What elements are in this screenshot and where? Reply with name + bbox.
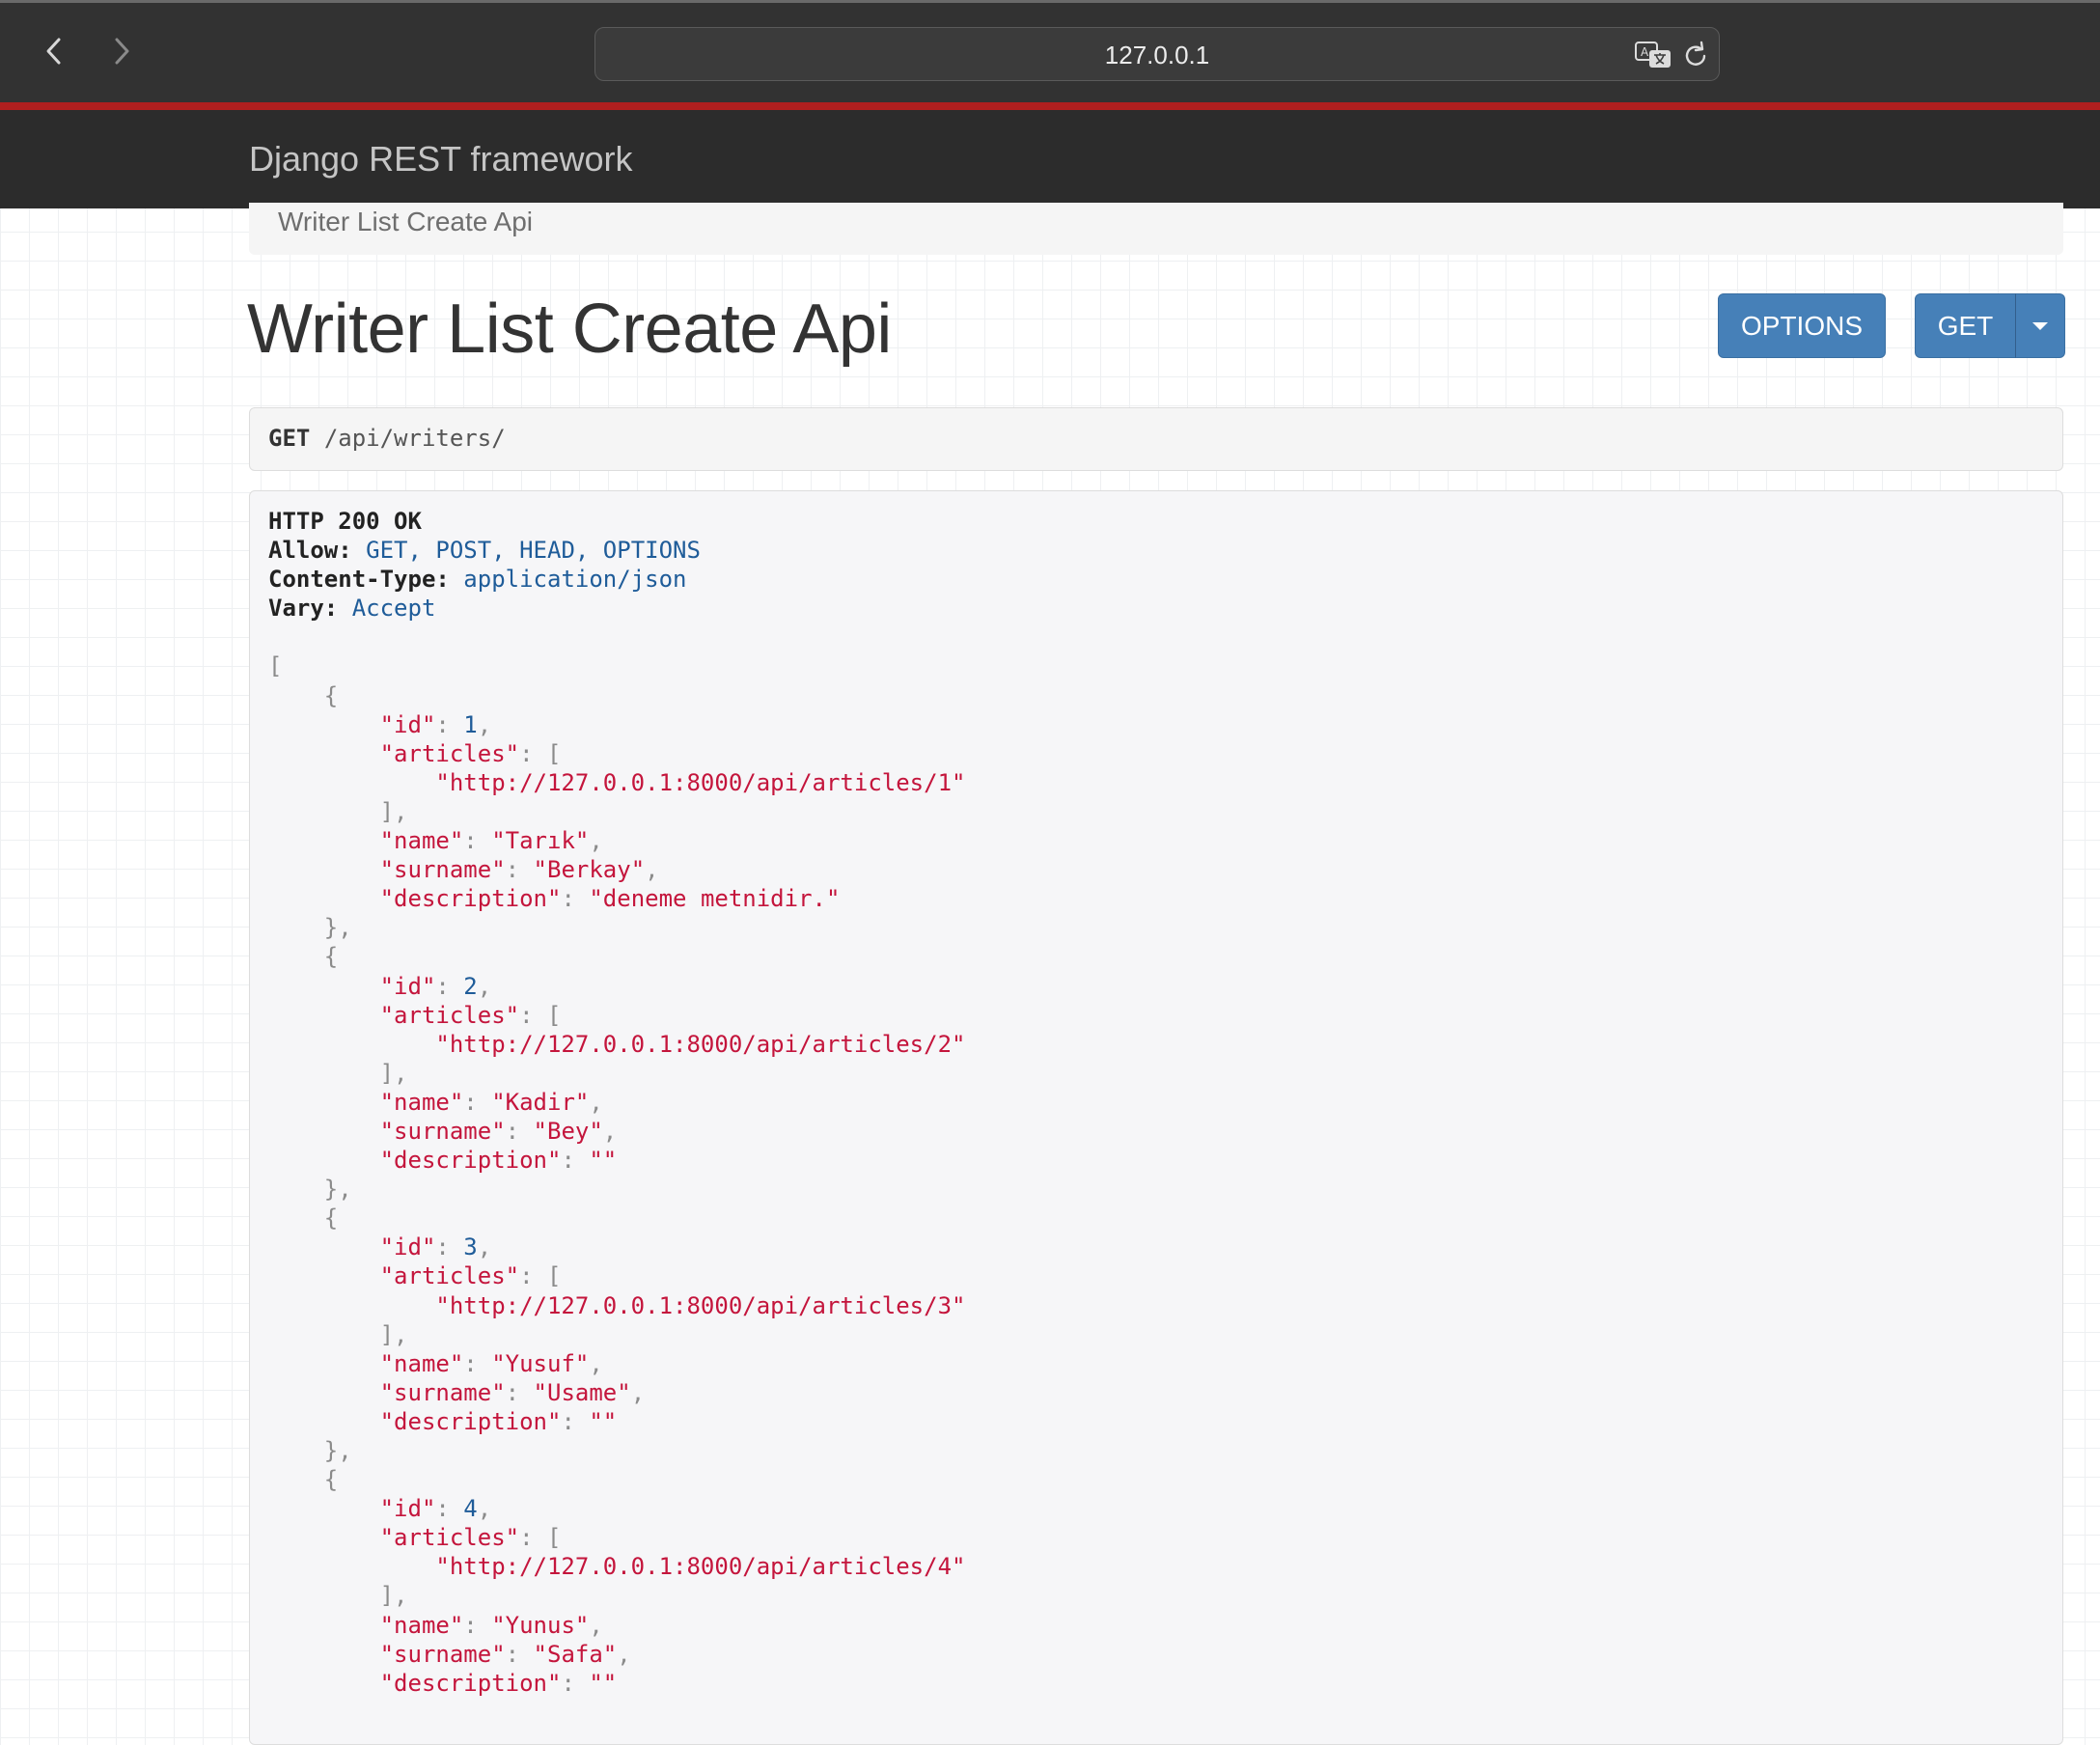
drf-navbar: Django REST framework <box>0 110 2100 208</box>
header-key: Vary: <box>268 595 339 623</box>
json-article-link[interactable]: "http://127.0.0.1:8000/api/articles/1" <box>435 769 965 796</box>
json-id: 4 <box>463 1495 478 1523</box>
json-id: 1 <box>463 710 478 738</box>
request-info: GET /api/writers/ <box>249 407 2063 471</box>
header-key: Allow: <box>268 537 352 565</box>
json-description: "" <box>589 1669 618 1697</box>
brand-link[interactable]: Django REST framework <box>249 139 632 180</box>
breadcrumb-item-current[interactable]: Writer List Create Api <box>278 207 533 237</box>
get-format-dropdown-button[interactable] <box>2015 293 2065 358</box>
header-value: Accept <box>351 595 436 623</box>
json-name: "Kadir" <box>491 1088 590 1116</box>
request-path: /api/writers/ <box>323 425 506 452</box>
json-name: "Tarık" <box>491 827 590 855</box>
json-id: 2 <box>463 972 478 1000</box>
browser-toolbar: 127.0.0.1 A <box>0 0 2100 102</box>
json-surname: "Berkay" <box>533 856 646 884</box>
json-surname: "Bey" <box>533 1117 603 1145</box>
json-surname: "Safa" <box>533 1640 618 1668</box>
json-article-link[interactable]: "http://127.0.0.1:8000/api/articles/3" <box>435 1292 965 1319</box>
json-description: "" <box>589 1147 618 1175</box>
chevron-right-icon <box>115 38 129 65</box>
forward-button[interactable] <box>102 30 141 72</box>
response-info: HTTP 200 OK Allow: GET, POST, HEAD, OPTI… <box>249 490 2063 1745</box>
accent-strip <box>0 102 2100 110</box>
url-text: 127.0.0.1 <box>1104 41 1210 69</box>
caret-down-icon <box>2032 321 2048 330</box>
header-value: GET, POST, HEAD, OPTIONS <box>366 537 701 565</box>
back-button[interactable] <box>35 30 73 72</box>
json-surname: "Usame" <box>533 1378 631 1406</box>
json-description: "deneme metnidir." <box>589 885 841 913</box>
json-id: 3 <box>463 1233 478 1261</box>
json-article-link[interactable]: "http://127.0.0.1:8000/api/articles/4" <box>435 1553 965 1580</box>
header-value: application/json <box>463 566 687 594</box>
request-method: GET <box>268 425 311 452</box>
json-article-link[interactable]: "http://127.0.0.1:8000/api/articles/2" <box>435 1031 965 1058</box>
response-status: HTTP 200 OK <box>268 508 422 535</box>
get-button[interactable]: GET <box>1915 293 2016 358</box>
address-bar[interactable]: 127.0.0.1 A <box>594 27 1720 81</box>
header-key: Content-Type: <box>268 566 450 594</box>
json-name: "Yunus" <box>491 1611 590 1639</box>
response-content: HTTP 200 OK Allow: GET, POST, HEAD, OPTI… <box>268 508 966 1697</box>
svg-text:A: A <box>1641 45 1649 59</box>
translate-icon[interactable]: A <box>1634 40 1672 70</box>
chevron-left-icon <box>46 38 61 65</box>
json-name: "Yusuf" <box>491 1349 590 1377</box>
page-title: Writer List Create Api <box>247 291 892 368</box>
options-button[interactable]: OPTIONS <box>1718 293 1886 358</box>
breadcrumb: Writer List Create Api <box>249 203 2063 255</box>
json-description: "" <box>589 1407 618 1435</box>
reload-icon[interactable] <box>1681 40 1712 70</box>
